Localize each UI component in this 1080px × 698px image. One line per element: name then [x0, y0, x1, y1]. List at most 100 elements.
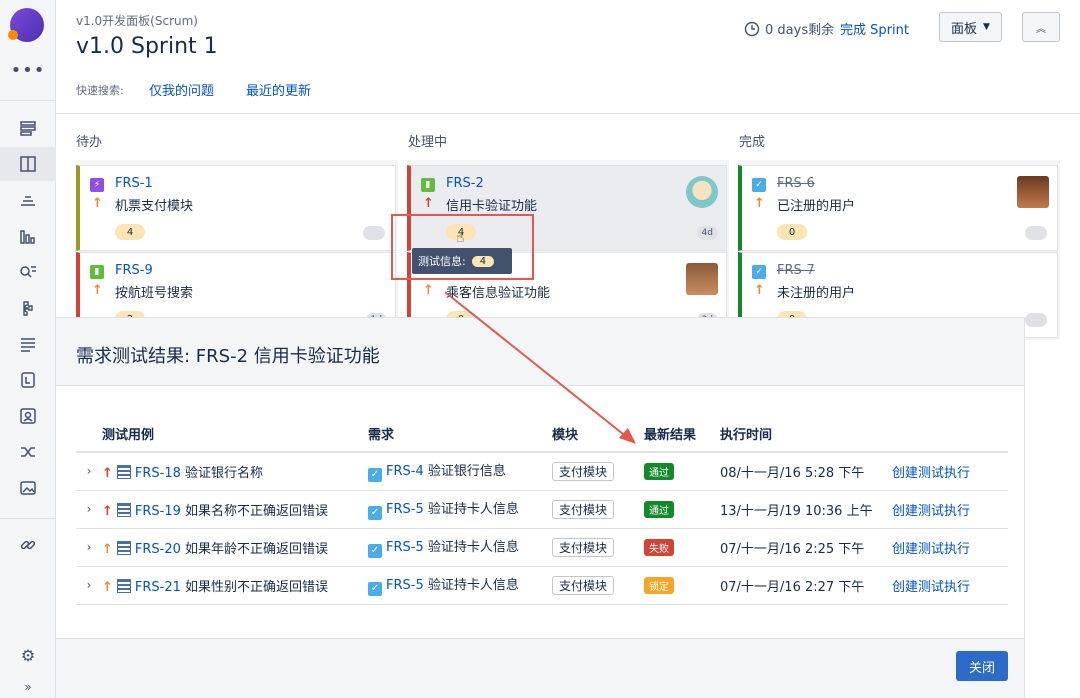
- issue-summary: 机票支付模块: [115, 199, 194, 214]
- assignee-avatar[interactable]: [686, 263, 718, 295]
- chevron-right-icon[interactable]: ›: [76, 452, 102, 491]
- arrow-up-icon: ↑: [92, 283, 103, 298]
- clock-icon: [744, 21, 760, 36]
- checkbox-icon: ✓: [368, 468, 382, 483]
- arrow-up-icon: ↑: [92, 196, 103, 211]
- requirement-key[interactable]: FRS-4: [386, 464, 424, 479]
- chevron-right-icon[interactable]: ›: [76, 566, 102, 605]
- table-row: › ↑ FRS-18 验证银行名称 ✓ FRS-4 验证银行信息 支付模块 通过 0…: [76, 452, 1008, 491]
- expand-sidebar-icon[interactable]: »: [0, 676, 56, 698]
- requirement-name: 验证持卡人信息: [427, 540, 519, 555]
- create-test-execution-link[interactable]: 创建测试执行: [892, 566, 1008, 605]
- arrow-up-icon: ↑: [754, 196, 765, 211]
- issue-summary: 乘客信息验证功能: [446, 286, 551, 301]
- module-label: 支付模块: [552, 499, 615, 519]
- epic-icon: ⚡: [90, 178, 104, 192]
- estimate-badge: [1025, 226, 1047, 240]
- test-case-cell: ↑ FRS-18 验证银行名称: [102, 452, 368, 491]
- test-count-badge[interactable]: 0: [777, 224, 807, 240]
- module-cell: 支付模块: [552, 528, 644, 567]
- test-case-key[interactable]: FRS-21: [135, 580, 181, 595]
- backlog-icon[interactable]: [0, 111, 56, 145]
- collapse-header-button[interactable]: ︽: [1022, 12, 1060, 42]
- requirement-cell: ✓ FRS-5 验证持卡人信息: [368, 490, 552, 529]
- header-divider: [56, 113, 1080, 114]
- checkbox-icon: ✓: [368, 506, 382, 520]
- hand-cursor-icon: ☝: [456, 230, 465, 246]
- test-count-badge[interactable]: 4: [115, 224, 145, 240]
- chevron-right-icon[interactable]: ›: [76, 490, 102, 529]
- module-label: 支付模块: [552, 461, 615, 481]
- project-logo-icon[interactable]: [8, 8, 44, 42]
- close-button[interactable]: 关闭: [956, 651, 1008, 681]
- issue-key[interactable]: FRS-1: [115, 176, 153, 191]
- test-case-icon: [116, 578, 131, 593]
- settings-gear-icon[interactable]: ⚙: [0, 638, 56, 672]
- link-icon[interactable]: [0, 528, 56, 562]
- test-case-cell: ↑ FRS-19 如果名称不正确返回错误: [102, 490, 368, 529]
- quick-filters-label: 快速搜索:: [76, 84, 124, 97]
- create-test-execution-link[interactable]: 创建测试执行: [892, 490, 1008, 529]
- create-test-execution-link[interactable]: 创建测试执行: [892, 452, 1008, 491]
- filter-my-issues[interactable]: 仅我的问题: [149, 80, 214, 99]
- arrow-up-icon: ↑: [102, 579, 113, 595]
- sidebar-divider: [0, 518, 56, 519]
- days-in-column-badge: 4d: [696, 226, 718, 240]
- issue-key[interactable]: FRS-9: [115, 263, 153, 278]
- requirement-name: 验证持卡人信息: [427, 502, 519, 517]
- issue-search-icon[interactable]: [0, 255, 56, 289]
- requirement-cell: ✓ FRS-4 验证银行信息: [368, 452, 552, 491]
- breadcrumb[interactable]: v1.0开发面板(Scrum): [76, 12, 198, 29]
- executed-at-cell: 13/十一月/19 10:36 上午: [720, 490, 892, 529]
- issue-key[interactable]: FRS-7: [777, 263, 815, 278]
- test-case-key[interactable]: FRS-18: [135, 466, 181, 481]
- column-header-module: 模块: [552, 416, 644, 453]
- module-cell: 支付模块: [552, 490, 644, 529]
- test-case-key[interactable]: FRS-19: [135, 504, 181, 519]
- issue-card-frs-6[interactable]: ✓ FRS-6 ↑ 已注册的用户 0: [738, 165, 1058, 251]
- complete-sprint-link[interactable]: 完成 Sprint: [840, 19, 909, 38]
- releases-icon[interactable]: [0, 183, 56, 217]
- chevron-right-icon[interactable]: ›: [76, 528, 102, 567]
- requirement-key[interactable]: FRS-5: [386, 502, 424, 517]
- components-icon[interactable]: [0, 291, 56, 325]
- result-cell: 锁定: [644, 566, 720, 605]
- issue-key[interactable]: FRS-2: [446, 176, 484, 191]
- board-menu-button[interactable]: 面板 ▼: [939, 12, 1002, 42]
- issue-summary: 已注册的用户: [777, 199, 856, 214]
- requirement-cell: ✓ FRS-5 验证持卡人信息: [368, 528, 552, 567]
- active-sprint-icon[interactable]: [0, 147, 56, 181]
- result-cell: 通过: [644, 490, 720, 529]
- test-case-key[interactable]: FRS-20: [135, 542, 181, 557]
- test-case-icon: [116, 540, 131, 555]
- issue-key[interactable]: FRS-6: [777, 176, 815, 191]
- dialog-header: 需求测试结果: FRS-2 信用卡验证功能: [56, 318, 1024, 386]
- dialog-footer: [56, 638, 1024, 698]
- task-icon: ✓: [752, 178, 766, 192]
- test-case-cell: ↑ FRS-20 如果年龄不正确返回错误: [102, 528, 368, 567]
- checkbox-icon: ✓: [368, 544, 382, 558]
- dialog-title: 需求测试结果: FRS-2 信用卡验证功能: [76, 346, 380, 367]
- requirement-key[interactable]: FRS-5: [386, 540, 424, 555]
- task-icon: ✓: [752, 265, 766, 279]
- test-case-icon: [116, 502, 131, 517]
- assignee-avatar[interactable]: [1017, 176, 1049, 208]
- contacts-icon[interactable]: [0, 399, 56, 433]
- assignee-avatar[interactable]: [686, 176, 718, 208]
- issue-card-frs-1[interactable]: ⚡ FRS-1 ↑ 机票支付模块 4: [76, 165, 396, 251]
- create-test-execution-link[interactable]: 创建测试执行: [892, 528, 1008, 567]
- double-chevron-up-icon: ︽: [1036, 23, 1046, 35]
- filter-recent-updates[interactable]: 最近的更新: [246, 80, 311, 99]
- table-row: › ↑ FRS-19 如果名称不正确返回错误 ✓ FRS-5 验证持卡人信息 支付模…: [76, 490, 1008, 529]
- requirement-key[interactable]: FRS-5: [386, 578, 424, 593]
- shuffle-icon[interactable]: [0, 435, 56, 469]
- column-todo-header: 待办: [76, 135, 103, 150]
- days-remaining-text: 0 days剩余: [765, 23, 835, 38]
- reports-icon[interactable]: [0, 219, 56, 253]
- more-icon[interactable]: •••: [0, 60, 56, 81]
- image-icon[interactable]: [0, 471, 56, 505]
- requirement-name: 验证持卡人信息: [427, 578, 519, 593]
- tests-icon[interactable]: [0, 363, 56, 397]
- column-header-requirement: 需求: [368, 416, 552, 453]
- pages-icon[interactable]: [0, 327, 56, 361]
